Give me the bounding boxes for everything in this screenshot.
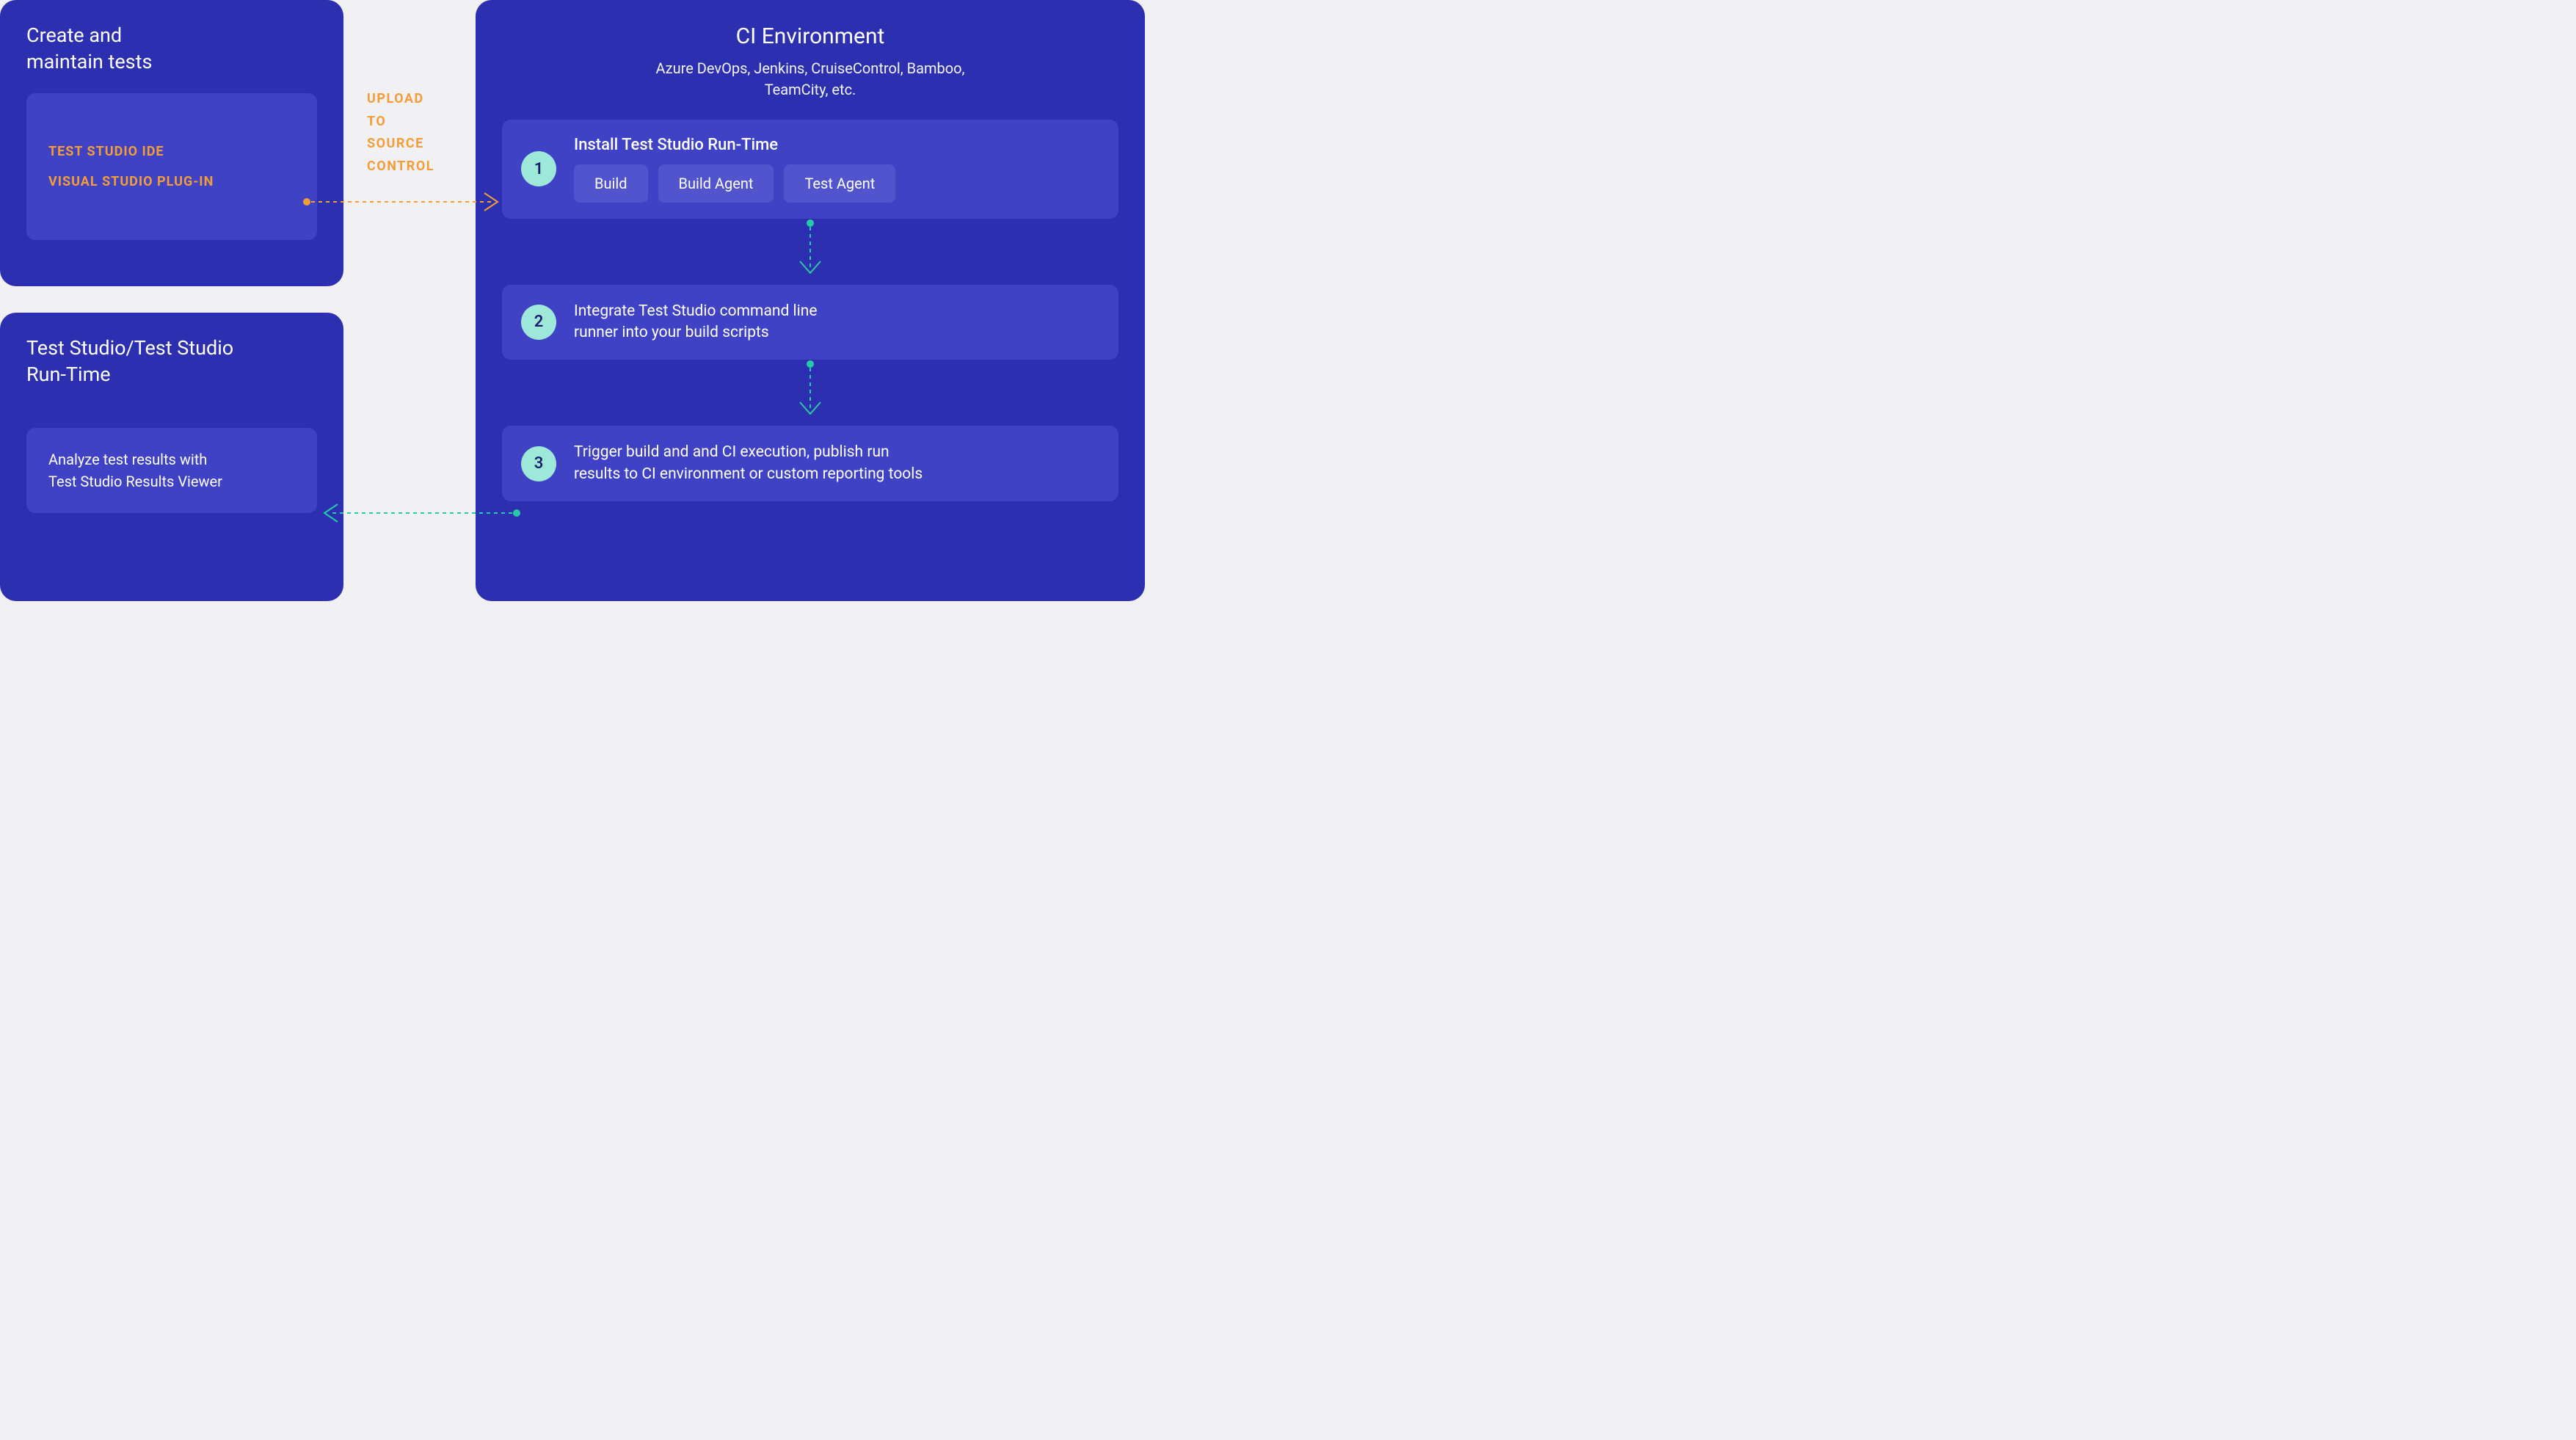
arrow-left-teal-icon	[311, 502, 531, 524]
step-3-number-badge: 3	[521, 446, 556, 481]
step-2-number-badge: 2	[521, 305, 556, 340]
ci-title: CI Environment	[502, 22, 1118, 52]
visual-studio-plugin-label: VISUAL STUDIO PLUG-IN	[48, 174, 295, 189]
arrow-right-orange-icon	[302, 191, 523, 213]
pill-test-agent: Test Agent	[784, 164, 895, 203]
step-2-text: Integrate Test Studio command linerunner…	[574, 301, 1099, 344]
test-studio-ide-label: TEST STUDIO IDE	[48, 144, 295, 159]
ci-step-3: 3 Trigger build and and CI execution, pu…	[502, 426, 1118, 501]
create-maintain-inner: TEST STUDIO IDE VISUAL STUDIO PLUG-IN	[26, 93, 317, 240]
step-1-number-badge: 1	[521, 151, 556, 186]
runtime-inner: Analyze test results withTest Studio Res…	[26, 428, 317, 513]
upload-to-source-control-label: UPLOADTOSOURCECONTROL	[367, 88, 434, 178]
ci-step-2: 2 Integrate Test Studio command linerunn…	[502, 285, 1118, 360]
ci-step-1: 1 Install Test Studio Run-Time Build Bui…	[502, 120, 1118, 219]
runtime-body: Analyze test results withTest Studio Res…	[48, 448, 295, 492]
step-1-title: Install Test Studio Run-Time	[574, 136, 1099, 154]
arrow-down-icon	[796, 360, 825, 423]
create-maintain-title: Create andmaintain tests	[26, 22, 317, 76]
pill-build-agent: Build Agent	[658, 164, 774, 203]
ci-subtitle: Azure DevOps, Jenkins, CruiseControl, Ba…	[502, 58, 1118, 101]
arrow-down-icon	[796, 219, 825, 282]
step-3-text: Trigger build and and CI execution, publ…	[574, 442, 1099, 485]
step-1-pill-row: Build Build Agent Test Agent	[574, 164, 1099, 203]
runtime-panel: Test Studio/Test StudioRun-Time Analyze …	[0, 313, 343, 601]
pill-build: Build	[574, 164, 648, 203]
create-maintain-panel: Create andmaintain tests TEST STUDIO IDE…	[0, 0, 343, 286]
ci-environment-panel: CI Environment Azure DevOps, Jenkins, Cr…	[476, 0, 1145, 601]
runtime-title: Test Studio/Test StudioRun-Time	[26, 335, 317, 388]
